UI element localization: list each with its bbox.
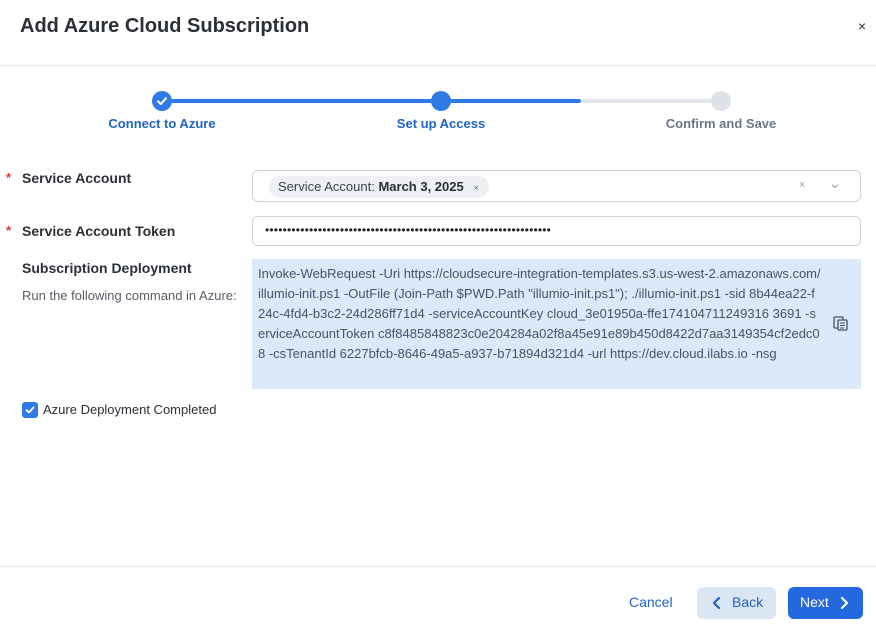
dialog-title: Add Azure Cloud Subscription: [20, 15, 310, 37]
deployment-description: Run the following command in Azure:: [22, 288, 237, 303]
deployment-command[interactable]: Invoke-WebRequest -Uri https://cloudsecu…: [258, 264, 821, 364]
step-1-complete-dot: [152, 91, 172, 111]
deployment-command-box: Invoke-WebRequest -Uri https://cloudsecu…: [252, 259, 861, 389]
azure-deployment-completed-checkbox[interactable]: [22, 402, 38, 418]
service-account-chip: Service Account: March 3, 2025 ×: [269, 176, 490, 200]
service-account-token-input[interactable]: ••••••••••••••••••••••••••••••••••••••••…: [252, 216, 861, 246]
check-icon: [157, 97, 167, 105]
azure-deployment-completed-label[interactable]: Azure Deployment Completed: [43, 402, 216, 417]
step-label-confirm: Confirm and Save: [665, 116, 777, 131]
cancel-button[interactable]: Cancel: [629, 594, 673, 610]
copy-icon[interactable]: [832, 314, 850, 332]
chevron-down-icon[interactable]: [829, 180, 841, 192]
service-account-select[interactable]: Service Account: March 3, 2025 × ×: [252, 170, 861, 202]
step-3-pending-dot: [711, 91, 731, 111]
check-icon: [25, 406, 35, 414]
stepper-progress-complete: [162, 99, 581, 103]
stepper-progress-remaining: [581, 99, 721, 103]
required-marker: *: [6, 223, 12, 238]
back-button[interactable]: Back: [697, 587, 776, 619]
chevron-right-icon: [840, 596, 849, 610]
chevron-left-icon: [712, 596, 721, 610]
token-masked-value: ••••••••••••••••••••••••••••••••••••••••…: [265, 223, 552, 237]
step-label-setup: Set up Access: [396, 116, 486, 131]
dialog-header: Add Azure Cloud Subscription ×: [0, 0, 876, 66]
clear-selection-icon[interactable]: ×: [799, 179, 805, 191]
chip-prefix: Service Account:: [278, 179, 375, 194]
service-account-label: Service Account: [22, 170, 132, 186]
required-marker: *: [6, 170, 12, 185]
chip-remove-icon[interactable]: ×: [473, 178, 479, 200]
back-button-label: Back: [732, 594, 764, 610]
step-label-connect: Connect to Azure: [108, 116, 216, 131]
chip-value: March 3, 2025: [378, 179, 464, 194]
service-account-token-label: Service Account Token: [22, 223, 176, 239]
step-2-active-dot: [431, 91, 451, 111]
stepper: Connect to Azure Set up Access Confirm a…: [0, 80, 876, 140]
subscription-deployment-label: Subscription Deployment: [22, 260, 192, 276]
next-button-label: Next: [800, 594, 829, 610]
close-icon[interactable]: ×: [853, 17, 871, 35]
next-button[interactable]: Next: [788, 587, 863, 619]
